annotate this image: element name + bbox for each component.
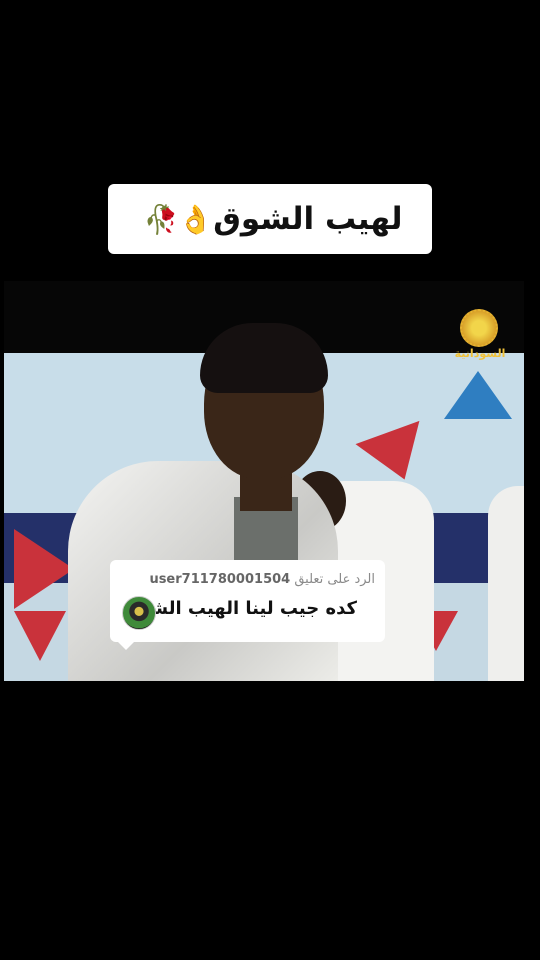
reply-header: الرد على تعليق user711780001504 xyxy=(149,572,375,587)
reply-username[interactable]: user711780001504 xyxy=(149,572,290,587)
comment-text: كده جيب لينا الهيب الشوق xyxy=(123,598,357,619)
overlay-title-card: 🥀👌 لهيب الشوق xyxy=(108,184,432,254)
bunting-flag xyxy=(14,611,66,661)
channel-logo-text: السودانية xyxy=(454,347,506,360)
channel-logo-emblem-icon xyxy=(460,309,498,347)
background-musician-figure xyxy=(488,486,524,681)
commenter-avatar[interactable] xyxy=(122,596,156,630)
reply-comment-sticker[interactable]: الرد على تعليق user711780001504 كده جيب … xyxy=(110,560,385,650)
rose-ok-emoji-icon: 🥀👌 xyxy=(143,202,214,236)
bunting-flag xyxy=(444,371,512,419)
overlay-title-text: لهيب الشوق xyxy=(213,201,403,237)
channel-logo: السودانية xyxy=(454,309,506,363)
bunting-flag xyxy=(14,529,74,609)
reply-prefix: الرد على تعليق xyxy=(294,572,375,587)
